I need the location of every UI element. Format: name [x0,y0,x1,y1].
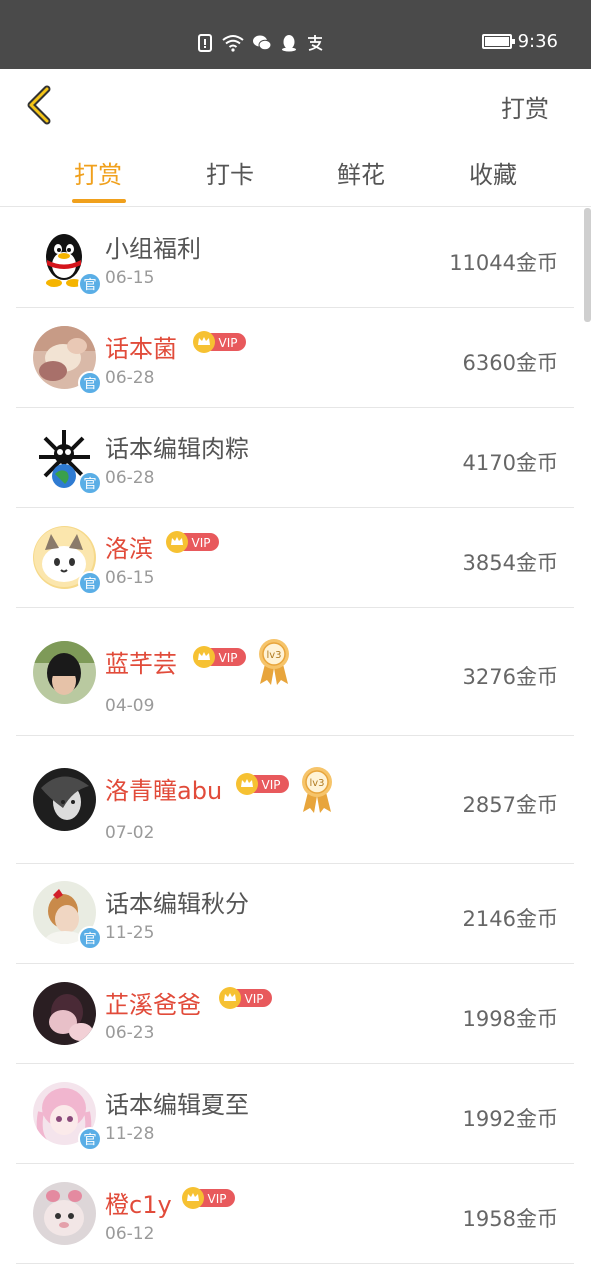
avatar[interactable]: 官 [33,326,102,395]
reward-amount: 1998金币 [462,1007,558,1031]
list-item[interactable]: 官 话本编辑秋分 11-25 2146金币 [16,864,574,964]
battery-icon [481,34,515,49]
user-name: 话本编辑肉粽 [105,435,249,463]
vip-badge: VIP [193,646,246,668]
user-name: 蓝芊芸 [105,650,177,678]
reward-amount: 6360金币 [462,351,558,375]
list-item[interactable]: 芷溪爸爸 VIP 06-23 1998金币 [16,964,574,1064]
page-title: 打赏 [501,95,549,123]
list-item[interactable]: 橙c1y VIP 06-12 1958金币 [16,1164,574,1264]
sim-alert-icon [196,34,214,52]
reward-amount: 1992金币 [462,1107,558,1131]
reward-amount: 4170金币 [462,451,558,475]
qq-icon [280,34,298,52]
reward-date: 06-15 [105,568,155,588]
vip-badge-text: VIP [208,1192,227,1206]
reward-amount: 2857金币 [462,793,558,817]
vip-badge: VIP [182,1187,235,1209]
vip-badge: VIP [236,773,289,795]
reward-date: 06-28 [105,468,155,488]
wifi-icon [222,34,244,52]
wechat-icon [252,34,272,52]
reward-date: 11-28 [105,1124,155,1144]
user-name: 小组福利 [105,235,201,263]
list-item[interactable]: 官 话本菌 VIP 06-28 6360金币 [16,308,574,408]
avatar[interactable]: 官 [33,227,102,296]
reward-amount: 1958金币 [462,1207,558,1231]
chevron-left-icon [27,85,51,125]
list-item[interactable]: 官 洛滨 VIP 06-15 3854金币 [16,508,574,608]
level-medal-text: lv3 [266,650,281,661]
tab-checkin[interactable]: 打卡 [180,155,280,190]
avatar[interactable] [33,1182,96,1245]
list-item[interactable]: 洛青瞳abu VIP lv3 07-02 2857金币 [16,736,574,864]
reward-date: 06-28 [105,368,155,388]
list-item[interactable]: 蓝芊芸 VIP lv3 04-09 3276金币 [16,608,574,736]
user-name: 洛青瞳abu [105,777,223,805]
status-bar: 9:36 [0,0,591,69]
avatar[interactable] [33,768,96,831]
vip-badge-text: VIP [192,536,211,550]
vip-badge-text: VIP [219,336,238,350]
official-badge-text: 官 [83,576,96,592]
list-item[interactable]: 官 话本编辑夏至 11-28 1992金币 [16,1064,574,1164]
tab-bar: 打赏 打卡 鲜花 收藏 [0,141,591,207]
vip-badge-text: VIP [219,651,238,665]
official-badge-text: 官 [83,931,96,947]
reward-date: 06-23 [105,1023,155,1043]
official-badge-icon: 官 [78,471,102,495]
level-medal-text: lv3 [309,778,324,789]
back-button[interactable] [22,85,56,125]
reward-date: 07-02 [105,823,155,843]
vip-badge-text: VIP [262,778,281,792]
official-badge-text: 官 [83,277,96,293]
official-badge-icon: 官 [78,272,102,296]
official-badge-icon: 官 [78,926,102,950]
active-tab-indicator [72,199,126,203]
header: 打赏 [0,69,591,141]
reward-amount: 11044金币 [449,251,558,275]
user-name: 芷溪爸爸 [105,991,201,1019]
reward-amount: 2146金币 [462,907,558,931]
tab-flowers[interactable]: 鲜花 [311,155,411,190]
reward-amount: 3854金币 [462,551,558,575]
vip-badge-text: VIP [245,992,264,1006]
avatar[interactable]: 官 [33,1082,102,1151]
reward-date: 11-25 [105,923,155,943]
reward-date: 06-15 [105,268,155,288]
user-name: 话本菌 [105,335,177,363]
official-badge-text: 官 [83,1132,96,1148]
official-badge-text: 官 [83,476,96,492]
status-icons [196,32,324,54]
user-name: 话本编辑夏至 [105,1091,249,1119]
level-medal-icon: lv3 [302,767,332,813]
avatar[interactable]: 官 [33,526,102,595]
vip-badge: VIP [219,987,272,1009]
official-badge-icon: 官 [78,1127,102,1151]
scrollbar[interactable] [584,208,591,322]
vip-badge: VIP [193,331,246,353]
vip-badge: VIP [166,531,219,553]
user-name: 洛滨 [105,535,153,563]
user-name: 话本编辑秋分 [105,890,249,918]
level-medal-icon: lv3 [259,639,289,685]
avatar[interactable]: 官 [33,426,102,495]
reward-amount: 3276金币 [462,665,558,689]
official-badge-icon: 官 [78,371,102,395]
official-badge-text: 官 [83,376,96,392]
avatar[interactable] [33,982,96,1045]
list-item[interactable]: 官 小组福利 06-15 11044金币 [16,208,574,308]
avatar[interactable]: 官 [33,881,102,950]
status-time: 9:36 [517,31,558,52]
alipay-icon [306,34,324,52]
list-item[interactable]: 官 话本编辑肉粽 06-28 4170金币 [16,408,574,508]
tab-favorites[interactable]: 收藏 [443,155,543,190]
official-badge-icon: 官 [78,571,102,595]
tab-reward[interactable]: 打赏 [48,155,148,190]
avatar[interactable] [33,641,96,704]
reward-date: 06-12 [105,1224,155,1244]
reward-date: 04-09 [105,696,155,716]
user-name: 橙c1y [105,1191,172,1219]
status-right: 9:36 [481,31,558,52]
